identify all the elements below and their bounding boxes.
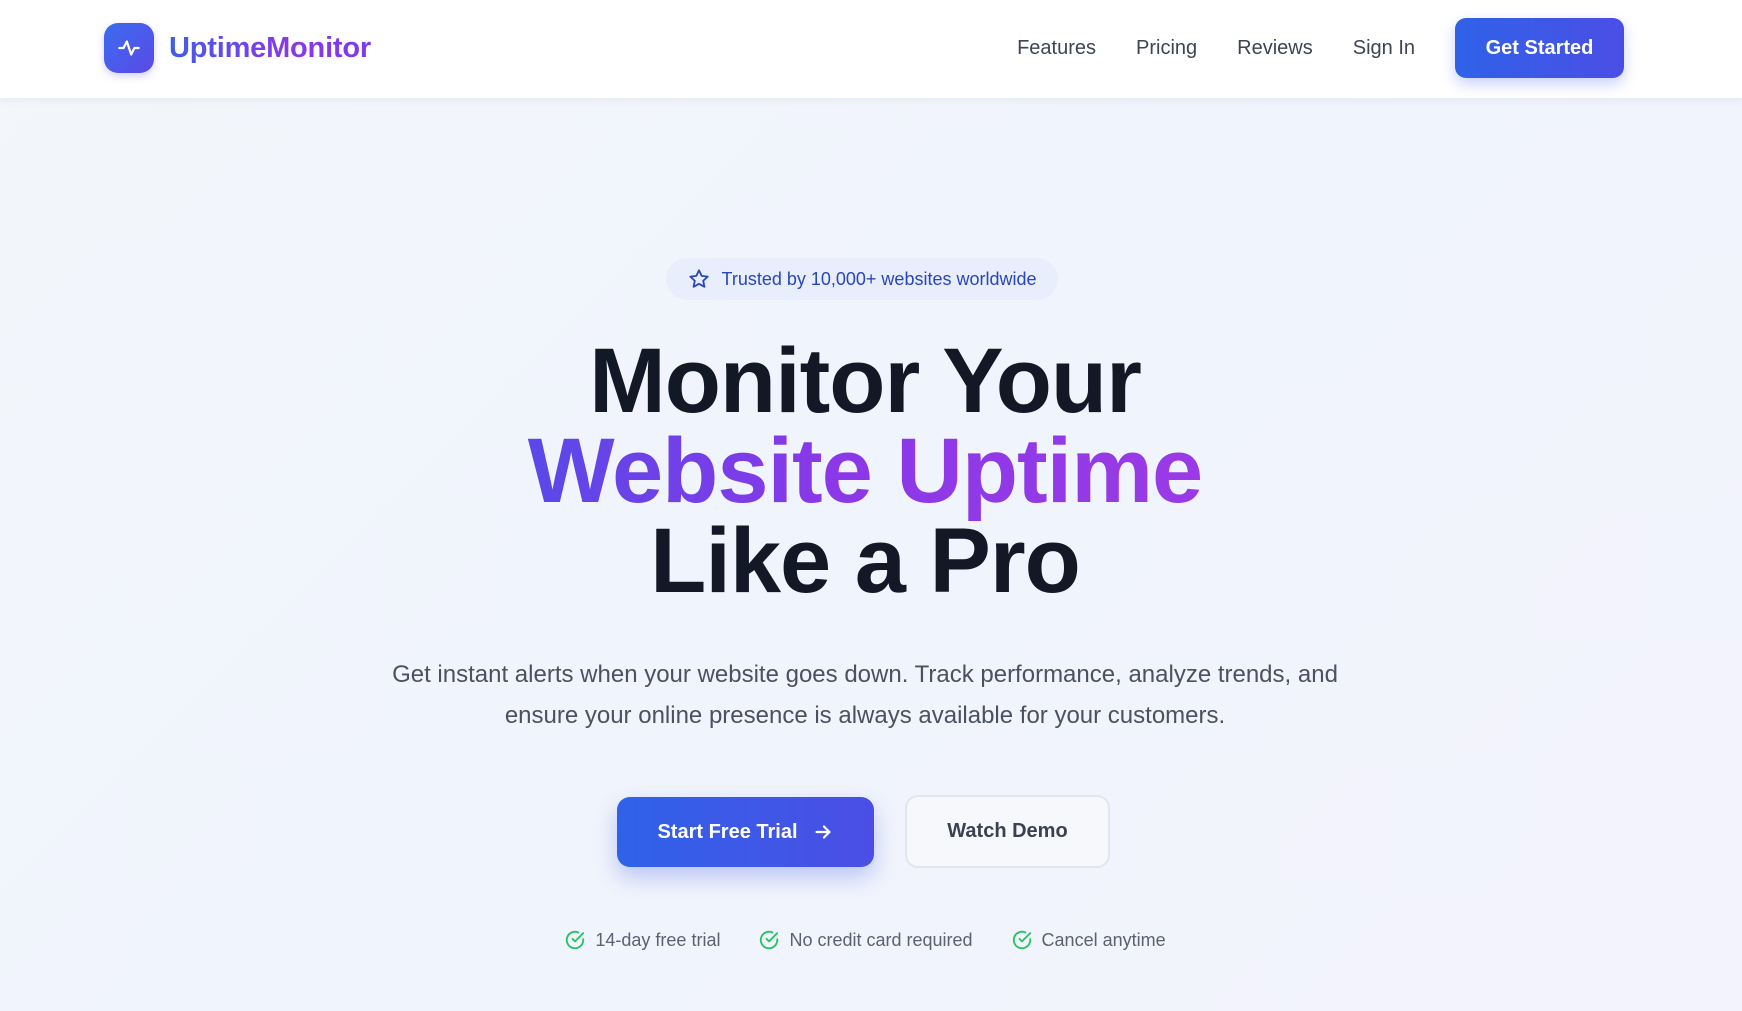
brand-logo[interactable]: UptimeMonitor: [104, 23, 371, 73]
headline-line-1: Monitor Your: [589, 330, 1142, 432]
check-circle-icon: [758, 929, 780, 951]
hero-section: Trusted by 10,000+ websites worldwide Mo…: [0, 98, 1742, 1011]
perk-item: 14-day free trial: [564, 929, 720, 951]
hero-headline: Monitor Your Website Uptime Like a Pro: [0, 330, 1730, 612]
check-circle-icon: [564, 929, 586, 951]
top-navbar: UptimeMonitor Features Pricing Reviews S…: [0, 0, 1742, 98]
brand-name: UptimeMonitor: [169, 31, 371, 64]
get-started-button[interactable]: Get Started: [1455, 18, 1624, 78]
headline-line-2-accent: Website Uptime: [527, 420, 1203, 522]
activity-pulse-icon: [104, 23, 154, 73]
star-icon: [688, 268, 710, 290]
main-nav: Features Pricing Reviews Sign In Get Sta…: [1017, 0, 1742, 96]
trust-badge: Trusted by 10,000+ websites worldwide: [666, 258, 1058, 300]
nav-link-pricing[interactable]: Pricing: [1136, 37, 1197, 60]
headline-line-3: Like a Pro: [650, 510, 1081, 612]
nav-link-features[interactable]: Features: [1017, 37, 1096, 60]
start-free-trial-label: Start Free Trial: [657, 820, 798, 843]
perk-text: No credit card required: [789, 929, 973, 950]
perk-item: No credit card required: [758, 929, 973, 951]
check-circle-icon: [1011, 929, 1033, 951]
watch-demo-button[interactable]: Watch Demo: [905, 795, 1110, 868]
arrow-right-icon: [812, 821, 834, 843]
hero-subtext: Get instant alerts when your website goe…: [392, 661, 1338, 729]
perk-text: 14-day free trial: [595, 929, 721, 950]
nav-link-sign-in[interactable]: Sign In: [1353, 37, 1415, 60]
trust-badge-text: Trusted by 10,000+ websites worldwide: [721, 268, 1037, 289]
perks-list: 14-day free trial No credit card require…: [0, 929, 1730, 951]
nav-link-reviews[interactable]: Reviews: [1237, 37, 1313, 60]
start-free-trial-button[interactable]: Start Free Trial: [617, 797, 874, 867]
perk-item: Cancel anytime: [1011, 929, 1166, 951]
perk-text: Cancel anytime: [1041, 929, 1166, 950]
